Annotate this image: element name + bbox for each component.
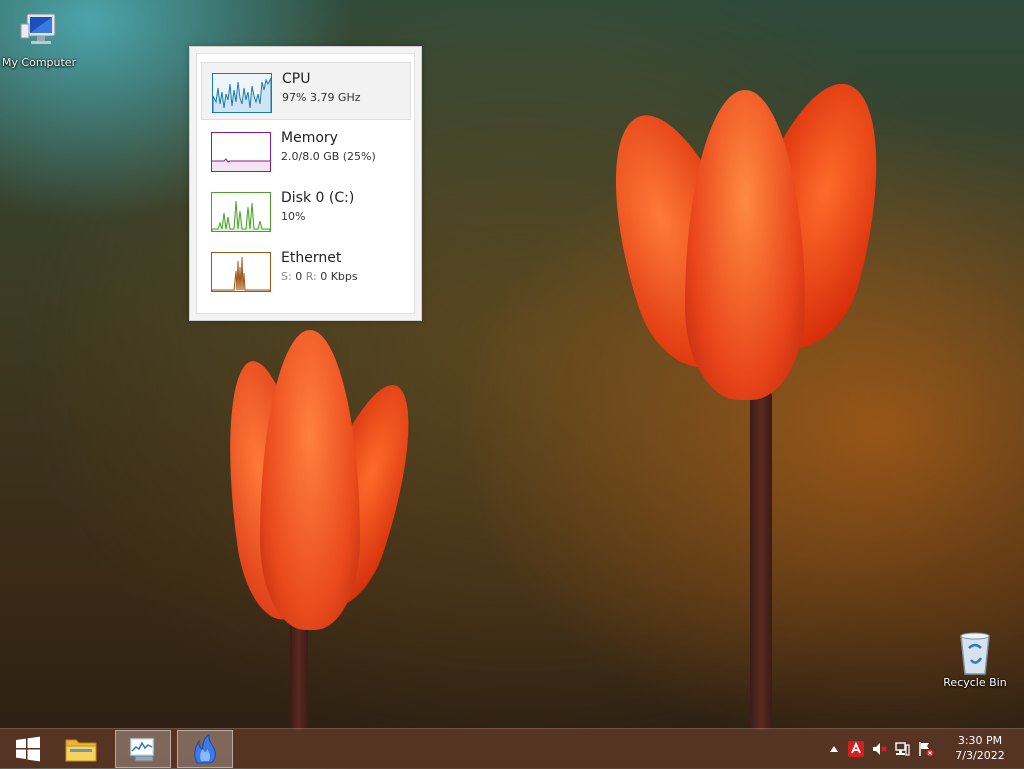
task-manager-widget-button[interactable]	[177, 730, 233, 768]
folder-icon	[65, 739, 97, 762]
memory-graph	[211, 132, 271, 172]
windows-logo-icon	[16, 736, 40, 762]
show-hidden-icons-chevron-up-icon[interactable]	[826, 741, 842, 757]
cpu-graph	[212, 73, 272, 113]
clock-date: 7/3/2022	[955, 749, 1005, 762]
recycle-bin-desktop-icon[interactable]: Recycle Bin	[933, 630, 1017, 689]
ethernet-graph	[211, 252, 271, 292]
my-computer-desktop-icon[interactable]: My Computer	[0, 10, 81, 69]
blue-flame-app-icon	[194, 734, 216, 764]
disk-value: 10%	[281, 210, 306, 223]
ethernet-metric[interactable]: Ethernet S: 0 R: 0 Kbps	[201, 242, 411, 300]
clock-time: 3:30 PM	[957, 734, 1003, 747]
system-tray: 3:30 PM 7/3/2022	[824, 729, 1024, 769]
performance-widget: CPU 97% 3.79 GHz Memory 2.0/8.0 GB (25%)	[189, 46, 422, 321]
computer-icon	[17, 10, 61, 54]
ethernet-value: S: 0 R: 0 Kbps	[281, 270, 358, 283]
recycle-bin-icon	[953, 630, 997, 675]
performance-widget-panel: CPU 97% 3.79 GHz Memory 2.0/8.0 GB (25%)	[196, 53, 415, 314]
memory-value: 2.0/8.0 GB (25%)	[281, 150, 376, 163]
action-center-flag-icon[interactable]	[918, 741, 934, 757]
cpu-label: CPU	[282, 71, 311, 87]
file-explorer-button[interactable]	[53, 730, 109, 768]
wallpaper-flower-right	[582, 68, 908, 730]
taskbar: 3:30 PM 7/3/2022	[0, 728, 1024, 769]
wallpaper-flower-left	[212, 320, 434, 730]
ethernet-send-value: 0	[295, 270, 303, 283]
start-button[interactable]	[0, 730, 56, 768]
my-computer-label: My Computer	[1, 56, 77, 69]
network-icon[interactable]	[894, 741, 910, 757]
clock[interactable]: 3:30 PM 7/3/2022	[950, 733, 1010, 763]
resource-monitor-icon	[129, 737, 155, 762]
ethernet-label: Ethernet	[281, 250, 342, 266]
cpu-value: 97% 3.79 GHz	[282, 91, 361, 104]
disk-metric[interactable]: Disk 0 (C:) 10%	[201, 182, 411, 240]
volume-muted-icon[interactable]	[872, 741, 888, 757]
disk-graph	[211, 192, 271, 232]
resource-monitor-button[interactable]	[115, 730, 171, 768]
antivirus-tray-icon[interactable]	[848, 741, 864, 757]
ethernet-recv-value: 0 Kbps	[320, 270, 358, 283]
memory-metric[interactable]: Memory 2.0/8.0 GB (25%)	[201, 122, 411, 180]
cpu-metric[interactable]: CPU 97% 3.79 GHz	[201, 62, 411, 120]
ethernet-send-label: S:	[281, 270, 292, 283]
disk-label: Disk 0 (C:)	[281, 190, 355, 206]
memory-label: Memory	[281, 130, 338, 146]
ethernet-recv-label: R:	[305, 270, 317, 283]
